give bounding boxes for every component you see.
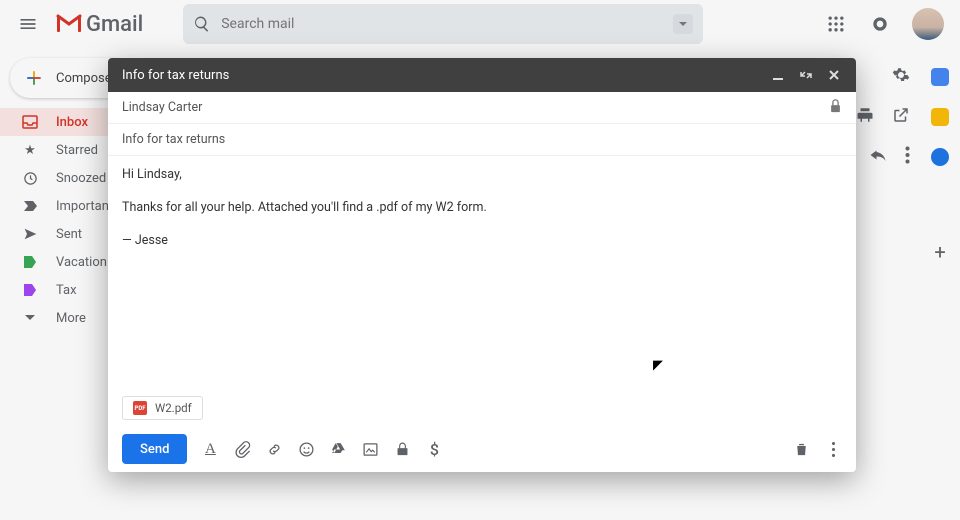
subject-row[interactable]: Info for tax returns — [108, 124, 856, 156]
insert-emoji-button[interactable] — [297, 440, 315, 458]
compose-body[interactable]: Hi Lindsay, Thanks for all your help. At… — [108, 156, 856, 390]
attachments-area: PDF W2.pdf — [108, 390, 856, 426]
body-line: Thanks for all your help. Attached you'l… — [122, 199, 842, 218]
more-options-button[interactable] — [824, 440, 842, 458]
compose-toolbar: Send A $ — [108, 426, 856, 472]
confidential-mode-button[interactable] — [393, 440, 411, 458]
open-in-new-icon — [892, 106, 910, 124]
recipients-row[interactable]: Lindsay Carter — [108, 92, 856, 124]
insert-link-button[interactable] — [265, 440, 283, 458]
attachment-chip[interactable]: PDF W2.pdf — [122, 396, 203, 420]
lock-clock-icon — [394, 441, 411, 458]
fullscreen-button[interactable] — [792, 61, 820, 89]
subject-text: Info for tax returns — [122, 132, 225, 147]
insert-money-button[interactable]: $ — [425, 440, 443, 458]
minimize-button[interactable] — [764, 61, 792, 89]
kebab-icon — [825, 441, 842, 458]
gear-icon — [892, 66, 910, 84]
emoji-icon — [298, 441, 315, 458]
compose-dialog: Info for tax returns Lindsay Carter Info… — [108, 58, 856, 472]
expand-icon — [799, 68, 813, 82]
pdf-badge-icon: PDF — [133, 401, 147, 415]
paperclip-icon — [234, 441, 251, 458]
close-button[interactable] — [820, 61, 848, 89]
confidential-lock-icon[interactable] — [829, 99, 842, 117]
close-icon — [827, 68, 841, 82]
drive-icon — [330, 441, 347, 458]
send-button[interactable]: Send — [122, 434, 187, 464]
attach-file-button[interactable] — [233, 440, 251, 458]
insert-photo-button[interactable] — [361, 440, 379, 458]
formatting-button[interactable]: A — [201, 440, 219, 458]
compose-dialog-header[interactable]: Info for tax returns — [108, 58, 856, 92]
photo-icon — [362, 441, 379, 458]
trash-icon — [793, 441, 810, 458]
body-line: Hi Lindsay, — [122, 166, 842, 185]
reply-button[interactable] — [869, 147, 887, 167]
reply-icon — [869, 147, 887, 163]
kebab-icon — [905, 146, 910, 164]
minimize-icon — [771, 68, 785, 82]
discard-draft-button[interactable] — [792, 440, 810, 458]
attachment-name: W2.pdf — [155, 401, 192, 415]
recipient-chip[interactable]: Lindsay Carter — [122, 100, 202, 115]
settings-button[interactable] — [892, 66, 910, 88]
body-line: — Jesse — [122, 232, 842, 251]
compose-title: Info for tax returns — [122, 68, 229, 83]
insert-drive-button[interactable] — [329, 440, 347, 458]
open-in-new-button[interactable] — [892, 106, 910, 128]
print-button[interactable] — [856, 106, 874, 128]
link-icon — [266, 441, 283, 458]
more-button[interactable] — [905, 146, 910, 168]
print-icon — [856, 106, 874, 124]
